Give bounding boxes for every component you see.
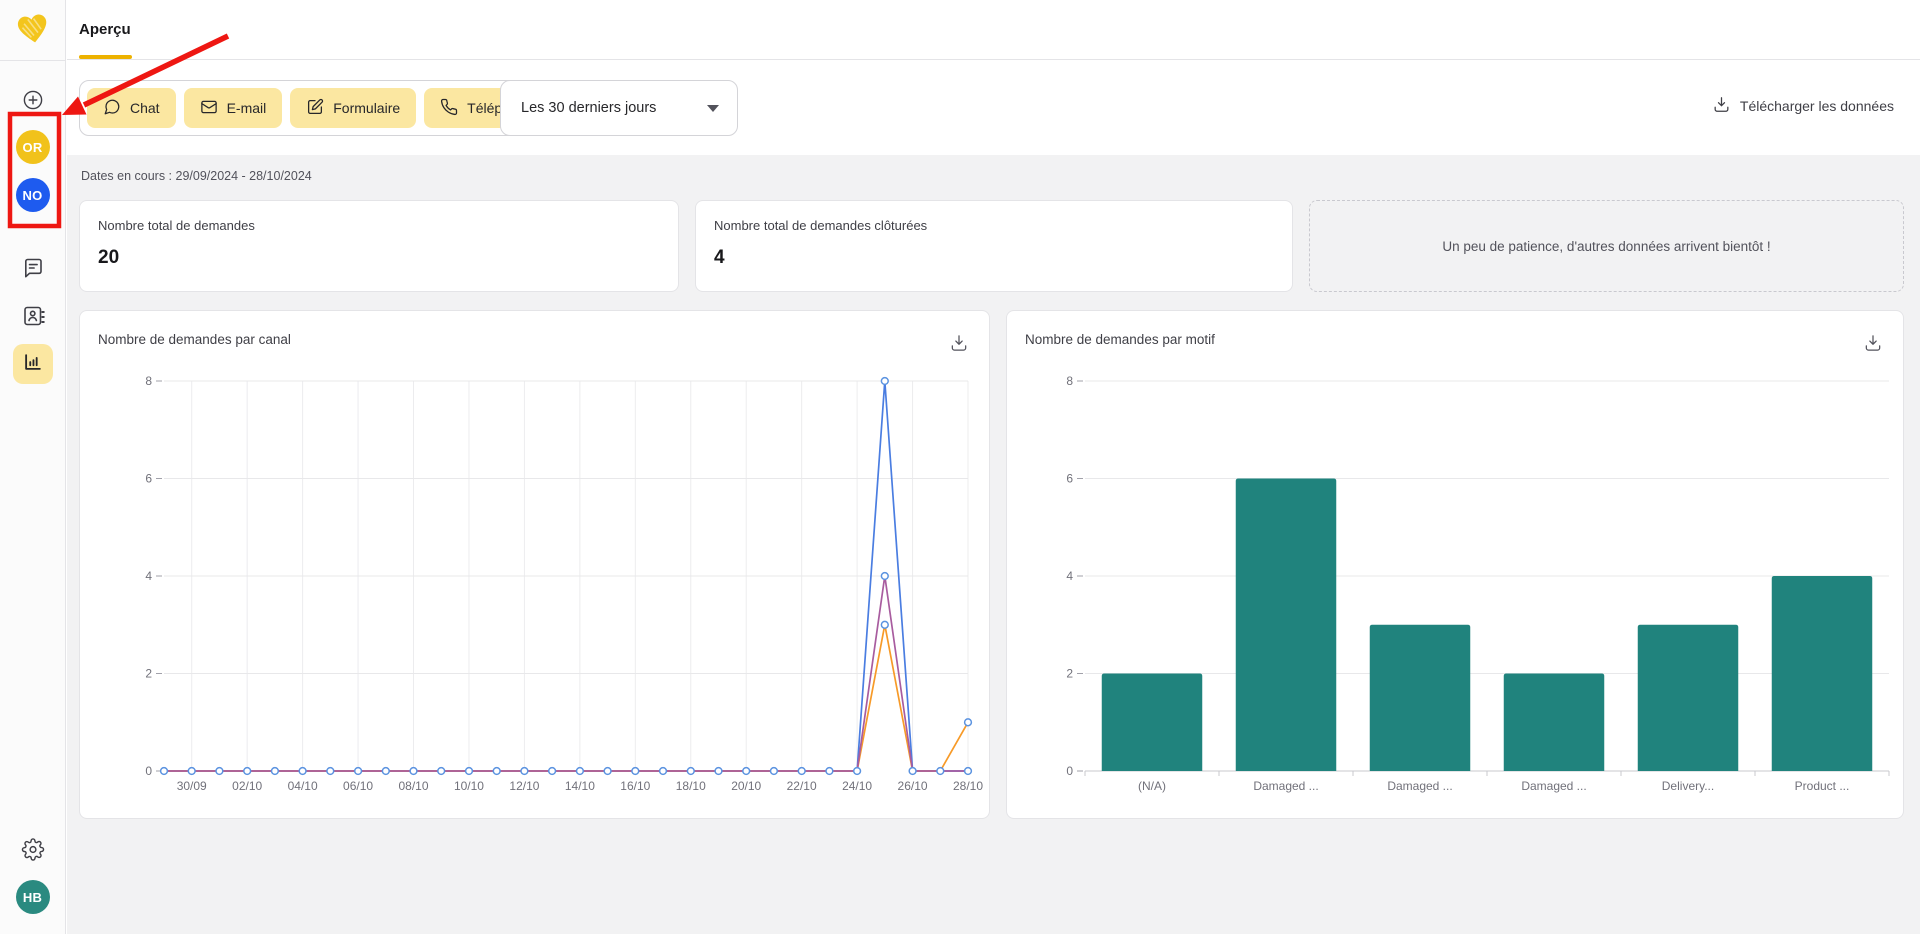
svg-text:4: 4 (145, 569, 152, 583)
svg-text:02/10: 02/10 (232, 779, 262, 793)
svg-text:8: 8 (145, 374, 152, 388)
phone-icon (440, 98, 458, 119)
svg-text:20/10: 20/10 (731, 779, 761, 793)
period-select[interactable]: Les 30 derniers jours (500, 80, 738, 136)
svg-text:8: 8 (1066, 374, 1073, 388)
envelope-icon (200, 98, 218, 119)
sidebar-item-analytics-active[interactable] (13, 344, 53, 384)
form-pen-icon (306, 98, 324, 119)
svg-text:6: 6 (145, 472, 152, 486)
svg-text:Damaged ...: Damaged ... (1387, 779, 1452, 793)
filter-email-button[interactable]: E-mail (184, 88, 283, 128)
line-chart-title: Nombre de demandes par canal (98, 332, 291, 347)
stat-total-value: 20 (98, 247, 660, 269)
coming-soon-text: Un peu de patience, d'autres données arr… (1442, 239, 1770, 254)
add-workspace-button[interactable] (21, 88, 45, 117)
date-range-label: Dates en cours : 29/09/2024 - 28/10/2024 (81, 169, 312, 183)
filter-email-label: E-mail (227, 100, 267, 116)
filter-bar: Chat E-mail Formulaire (67, 61, 1920, 155)
tab-active-underline (79, 55, 132, 59)
download-icon (1712, 95, 1731, 117)
workspace-avatar-or[interactable]: OR (16, 130, 50, 164)
sidebar-header-divider (0, 60, 66, 61)
gear-icon (21, 838, 44, 866)
stat-closed-value: 4 (714, 247, 1274, 269)
svg-text:0: 0 (145, 764, 152, 778)
svg-text:2: 2 (1066, 667, 1073, 681)
chat-bubble-icon (103, 98, 121, 119)
analytics-active-tile (13, 344, 53, 384)
app-logo[interactable] (15, 13, 51, 50)
line-chart-card: Nombre de demandes par canal 30/09 02/10 0… (79, 310, 990, 819)
svg-text:Damaged ...: Damaged ... (1253, 779, 1318, 793)
svg-text:24/10: 24/10 (842, 779, 872, 793)
contacts-icon (21, 304, 45, 333)
stat-card-total: Nombre total de demandes 20 (79, 200, 679, 292)
bar-chart-title: Nombre de demandes par motif (1025, 332, 1215, 347)
plus-circle-icon (21, 88, 45, 117)
chat-icon (21, 256, 45, 285)
bar-chart-icon (22, 351, 44, 378)
sidebar-item-settings[interactable] (21, 838, 44, 866)
stat-total-label: Nombre total de demandes (98, 218, 660, 233)
bar-chart-download-button[interactable] (1863, 333, 1883, 358)
avatar-no: NO (16, 178, 50, 212)
filter-form-label: Formulaire (333, 100, 400, 116)
svg-text:04/10: 04/10 (288, 779, 318, 793)
main-content: Dates en cours : 29/09/2024 - 28/10/2024… (67, 155, 1920, 934)
svg-text:Product ...: Product ... (1795, 779, 1850, 793)
heart-logo-icon (15, 13, 51, 50)
line-chart: 30/09 02/10 04/10 06/10 08/10 10/10 12/10 14/10… (80, 311, 990, 819)
period-select-value: Les 30 derniers jours (521, 100, 656, 116)
avatar-hb: HB (16, 880, 50, 914)
stat-closed-label: Nombre total de demandes clôturées (714, 218, 1274, 233)
svg-text:6: 6 (1066, 472, 1073, 486)
download-label: Télécharger les données (1740, 98, 1894, 114)
avatar-or: OR (16, 130, 50, 164)
svg-text:26/10: 26/10 (898, 779, 928, 793)
svg-text:4: 4 (1066, 569, 1073, 583)
svg-text:18/10: 18/10 (676, 779, 706, 793)
channel-filter-group: Chat E-mail Formulaire (79, 80, 557, 136)
filter-form-button[interactable]: Formulaire (290, 88, 416, 128)
sidebar-item-conversations[interactable] (21, 256, 45, 285)
bar-chart: 0 2 4 6 8 (N/A) Damaged ... Damaged ... Damaged … (1007, 311, 1904, 819)
line-chart-download-button[interactable] (949, 333, 969, 358)
svg-text:22/10: 22/10 (787, 779, 817, 793)
user-avatar-hb[interactable]: HB (16, 880, 50, 914)
svg-text:16/10: 16/10 (620, 779, 650, 793)
bar-chart-card: Nombre de demandes par motif 0 2 4 6 8 (N/A) D… (1006, 310, 1904, 819)
topbar: Aperçu (67, 0, 1920, 60)
sidebar-item-contacts[interactable] (21, 304, 45, 333)
svg-text:Damaged ...: Damaged ... (1521, 779, 1586, 793)
svg-text:10/10: 10/10 (454, 779, 484, 793)
svg-text:2: 2 (145, 667, 152, 681)
svg-text:12/10: 12/10 (509, 779, 539, 793)
svg-text:06/10: 06/10 (343, 779, 373, 793)
filter-chat-button[interactable]: Chat (87, 88, 176, 128)
sidebar: OR NO (0, 0, 66, 934)
download-data-button[interactable]: Télécharger les données (1712, 95, 1894, 117)
tab-apercu[interactable]: Aperçu (79, 21, 131, 38)
stat-card-closed: Nombre total de demandes clôturées 4 (695, 200, 1293, 292)
svg-text:14/10: 14/10 (565, 779, 595, 793)
chevron-down-icon (707, 105, 719, 112)
svg-text:Delivery...: Delivery... (1662, 779, 1714, 793)
filter-chat-label: Chat (130, 100, 160, 116)
coming-soon-card: Un peu de patience, d'autres données arr… (1309, 200, 1904, 292)
svg-text:28/10: 28/10 (953, 779, 983, 793)
svg-text:(N/A): (N/A) (1138, 779, 1166, 793)
svg-text:08/10: 08/10 (399, 779, 429, 793)
svg-text:0: 0 (1066, 764, 1073, 778)
svg-text:30/09: 30/09 (177, 779, 207, 793)
workspace-avatar-no[interactable]: NO (16, 178, 50, 212)
